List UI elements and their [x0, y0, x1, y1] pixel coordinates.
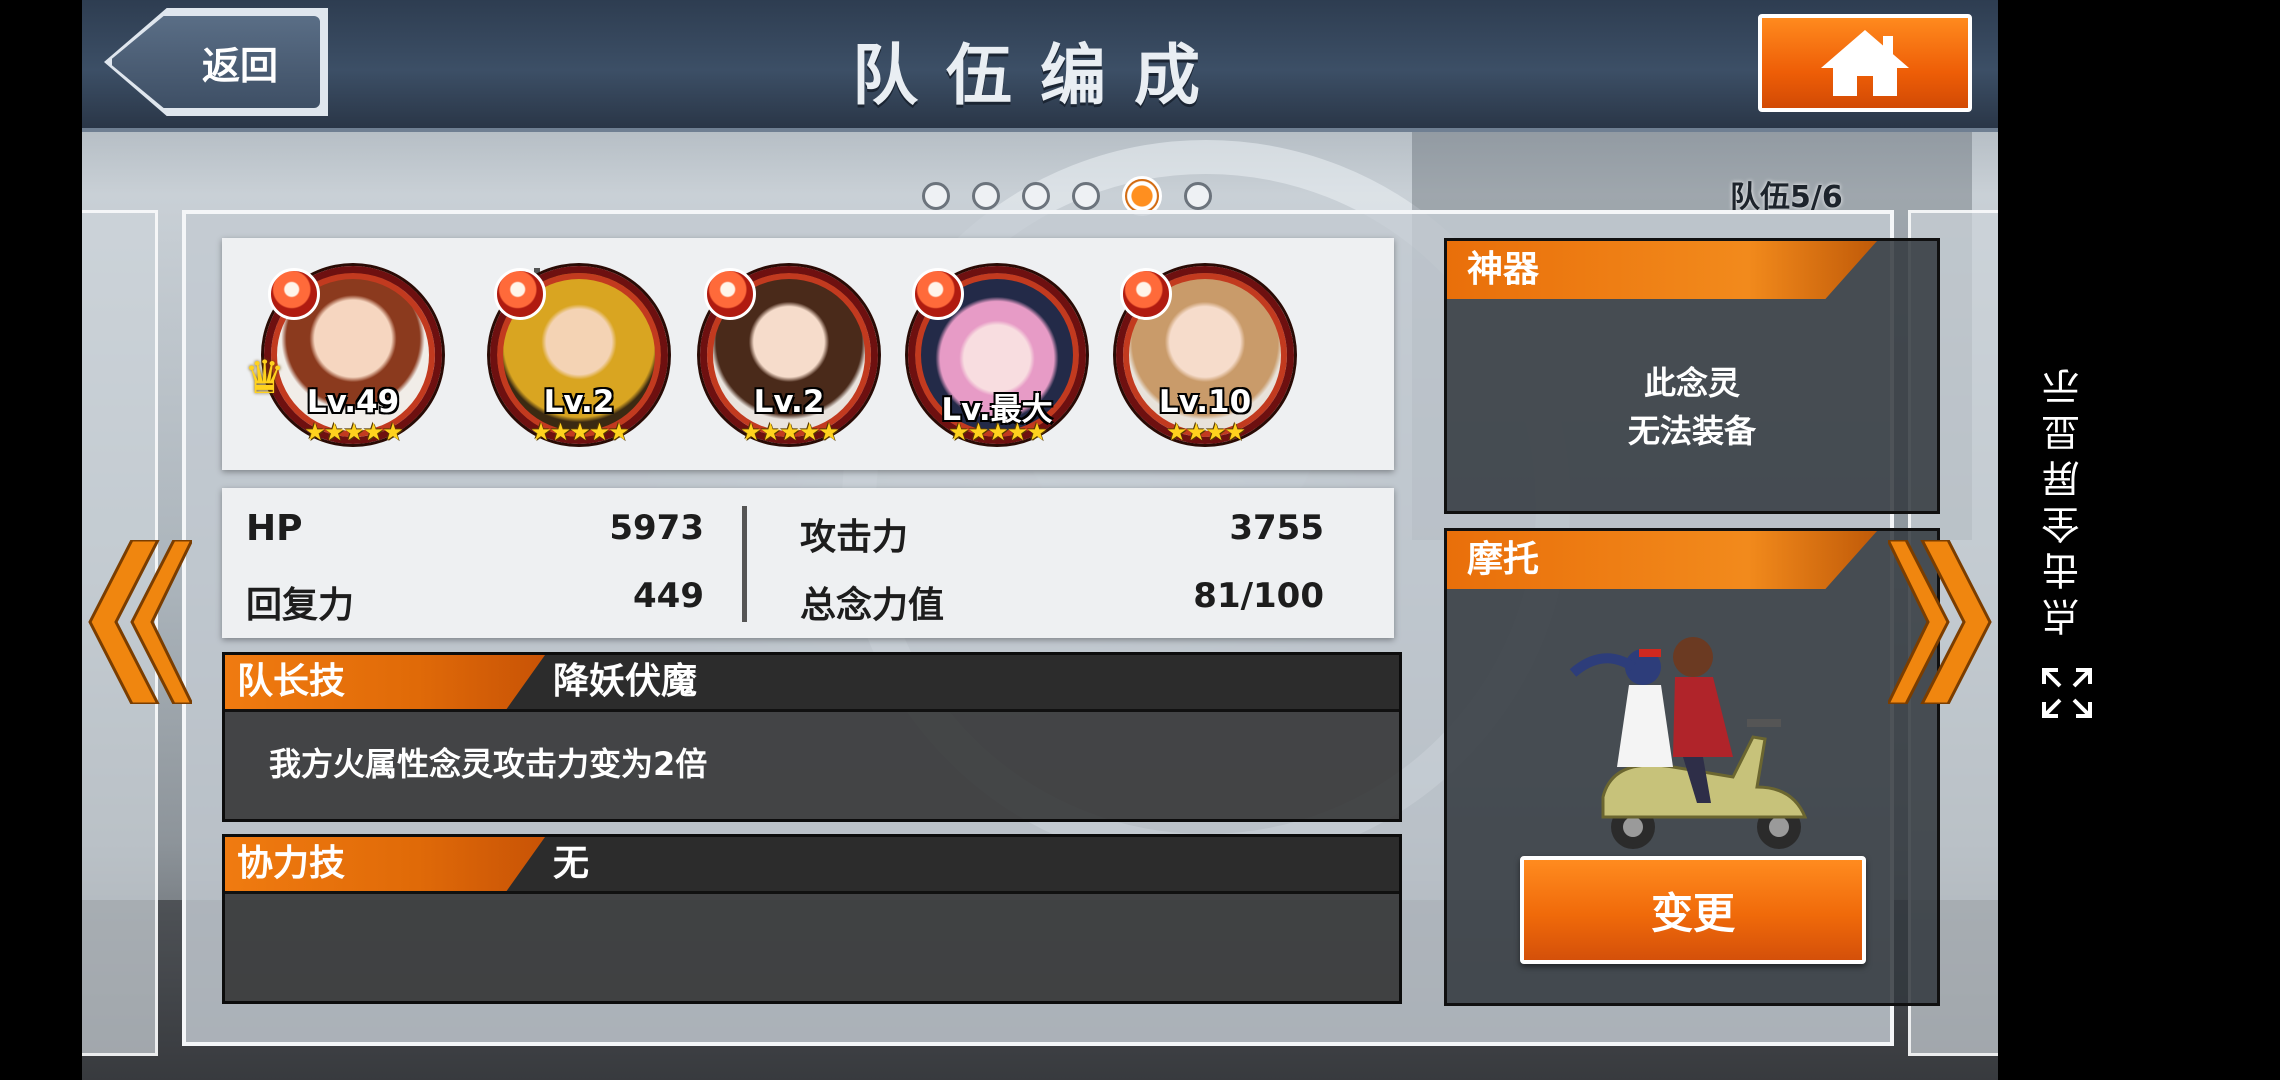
member-level: Lv.2 [753, 384, 825, 420]
member-rarity-stars: ★★★★★ [948, 418, 1048, 446]
cost-label: 总念力值 [800, 585, 945, 626]
member-slot-5[interactable]: Lv.10 ★★★★ [1116, 266, 1296, 456]
relic-tag: 神器 [1447, 241, 1877, 299]
cost-value: 81/100 [1193, 576, 1324, 616]
leader-skill-tag: 队长技 [225, 655, 545, 709]
fire-element-icon [1120, 268, 1172, 320]
fire-element-icon [268, 268, 320, 320]
attack-label: 攻击力 [800, 517, 909, 558]
relic-message: 此念灵 无法装备 [1447, 359, 1937, 455]
coop-skill-header: 协力技 无 [225, 837, 1399, 894]
attack-value: 3755 [1229, 508, 1324, 548]
game-screen: 返回 队伍编成 队伍5/6 ♛ Lv.49 ★★★★★ Lv.2 ★★★★★ L… [82, 0, 1998, 1080]
page-dot-3[interactable] [1022, 182, 1050, 210]
member-slot-3[interactable]: Lv.2 ★★★★★ [700, 266, 880, 456]
home-button[interactable] [1758, 14, 1972, 112]
page-dot-1[interactable] [922, 182, 950, 210]
fullscreen-hint[interactable]: 点击全屏显示 [2036, 360, 2100, 636]
hp-value: 5973 [609, 508, 704, 548]
relic-message-line-2: 无法装备 [1627, 412, 1756, 450]
member-rarity-stars: ★★★★★ [530, 418, 630, 446]
coop-skill-name: 无 [553, 843, 590, 884]
page-dot-2[interactable] [972, 182, 1000, 210]
page-dot-4[interactable] [1072, 182, 1100, 210]
member-rarity-stars: ★★★★★ [740, 418, 840, 446]
member-rarity-stars: ★★★★★ [304, 418, 404, 446]
fullscreen-expand-icon[interactable] [2040, 666, 2094, 720]
member-list: ♛ Lv.49 ★★★★★ Lv.2 ★★★★★ Lv.2 ★★★★★ Lv.最… [222, 238, 1394, 470]
member-slot-4[interactable]: Lv.最大 ★★★★★ [908, 266, 1088, 456]
page-dot-6[interactable] [1184, 182, 1212, 210]
member-slot-1-leader[interactable]: ♛ Lv.49 ★★★★★ [244, 266, 444, 456]
coop-skill-panel: 协力技 无 [222, 834, 1402, 1004]
member-level: Lv.49 [306, 384, 400, 420]
fire-element-icon [912, 268, 964, 320]
team-stats: HP 5973 回复力 449 攻击力 3755 总念力值 81/100 [222, 488, 1394, 638]
stats-divider [742, 506, 747, 622]
recovery-label: 回复力 [246, 585, 355, 626]
relic-message-line-1: 此念灵 [1643, 364, 1740, 402]
fire-element-icon [704, 268, 756, 320]
fire-element-icon [494, 268, 546, 320]
recovery-value: 449 [633, 576, 704, 616]
leader-skill-header: 队长技 降妖伏魔 [225, 655, 1399, 712]
change-vehicle-button[interactable]: 变更 [1520, 856, 1866, 964]
member-level: Lv.10 [1158, 384, 1252, 420]
page-title: 队伍编成 [852, 37, 1228, 114]
home-icon [1821, 30, 1909, 96]
top-bar: 返回 队伍编成 [82, 0, 1998, 132]
member-slot-2-content[interactable]: Lv.2 ★★★★★ [490, 266, 670, 456]
change-vehicle-label: 变更 [1650, 888, 1735, 938]
vehicle-tag: 摩托 [1447, 531, 1877, 589]
leader-skill-description: 我方火属性念灵攻击力变为2倍 [269, 745, 708, 783]
coop-skill-tag: 协力技 [225, 837, 545, 891]
leader-skill-name: 降妖伏魔 [553, 661, 698, 702]
relic-panel[interactable]: 神器 此念灵 无法装备 [1444, 238, 1940, 514]
member-level: Lv.2 [543, 384, 615, 420]
leader-skill-panel: 队长技 降妖伏魔 我方火属性念灵攻击力变为2倍 [222, 652, 1402, 822]
hp-label: HP [246, 508, 303, 549]
previous-team-arrow-icon[interactable] [82, 540, 192, 704]
next-team-arrow-icon[interactable] [1888, 540, 1998, 704]
member-rarity-stars: ★★★★ [1165, 418, 1246, 446]
scooter-riders-image [1569, 637, 1808, 849]
